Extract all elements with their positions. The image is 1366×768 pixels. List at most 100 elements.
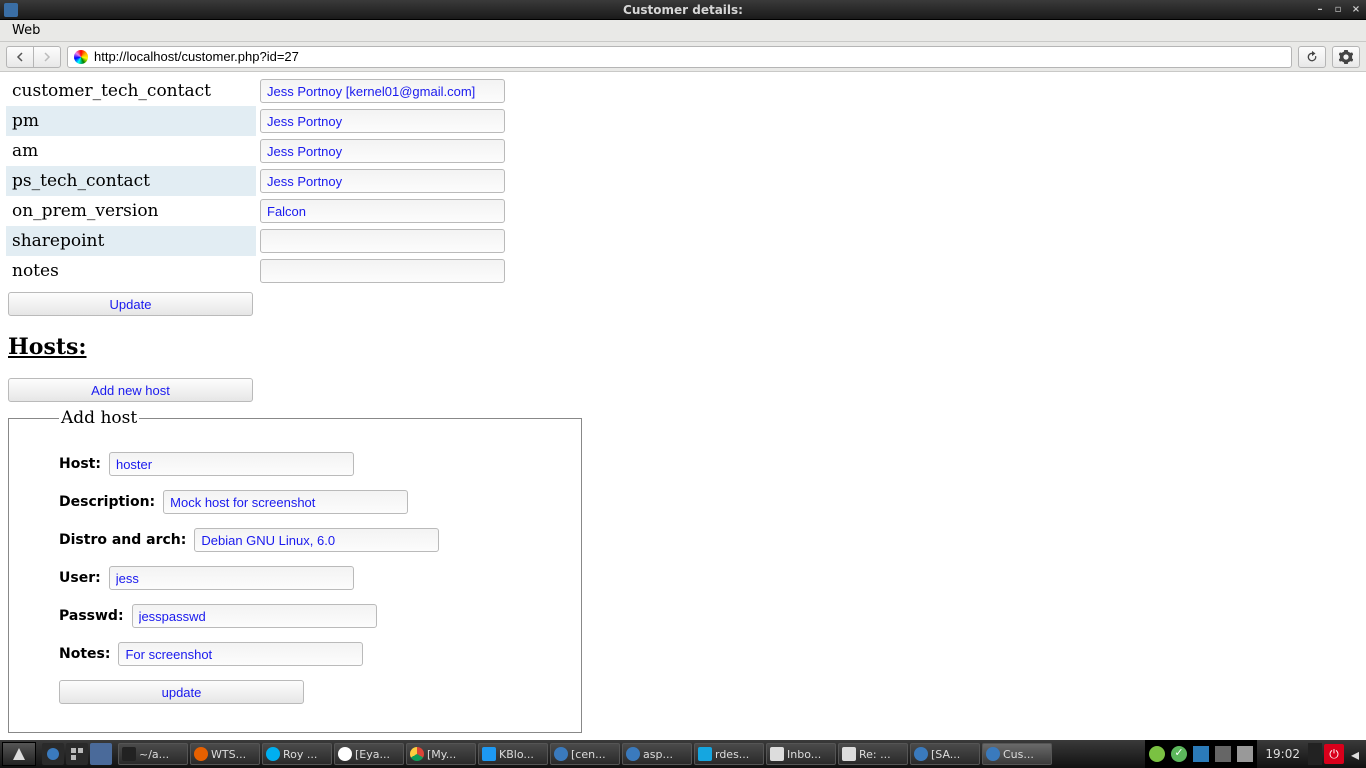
settings-button[interactable] — [1332, 46, 1360, 68]
forward-button[interactable] — [33, 46, 61, 68]
task-item[interactable]: KBlo... — [478, 743, 548, 765]
description-label: Description: — [59, 494, 155, 510]
customer-form-table: customer_tech_contactpmamps_tech_contact… — [6, 76, 509, 286]
task-item[interactable]: [SA... — [910, 743, 980, 765]
hosts-heading: Hosts: — [8, 334, 1366, 360]
back-button[interactable] — [6, 46, 34, 68]
field-value-cell — [256, 226, 509, 256]
task-item[interactable]: ~/a... — [118, 743, 188, 765]
pm-input[interactable] — [260, 109, 505, 133]
form-row: customer_tech_contact — [6, 76, 509, 106]
passwd-input[interactable] — [132, 604, 377, 628]
passwd-label: Passwd: — [59, 608, 124, 624]
add-new-host-button[interactable]: Add new host — [8, 378, 253, 402]
host-input[interactable] — [109, 452, 354, 476]
distro-label: Distro and arch: — [59, 532, 186, 548]
field-label: notes — [6, 256, 256, 286]
description-input[interactable] — [163, 490, 408, 514]
sharepoint-input[interactable] — [260, 229, 505, 253]
close-icon[interactable]: × — [1350, 4, 1362, 16]
field-label: customer_tech_contact — [6, 76, 256, 106]
form-row: notes — [6, 256, 509, 286]
globe-icon — [626, 747, 640, 761]
chrome-icon — [410, 747, 424, 761]
task-label: [cen... — [571, 748, 606, 761]
browser-menubar: Web — [0, 20, 1366, 42]
notes-input[interactable] — [118, 642, 363, 666]
am-input[interactable] — [260, 139, 505, 163]
task-label: Re: ... — [859, 748, 891, 761]
notes-input[interactable] — [260, 259, 505, 283]
task-label: Inbo... — [787, 748, 821, 761]
task-label: Roy ... — [283, 748, 317, 761]
task-item[interactable]: Cus... — [982, 743, 1052, 765]
url-input[interactable] — [94, 49, 1285, 64]
field-value-cell — [256, 136, 509, 166]
taskbar-collapse-icon[interactable]: ◂ — [1346, 745, 1364, 764]
distro-input[interactable] — [194, 528, 439, 552]
host-update-button[interactable]: update — [59, 680, 304, 704]
quick-desktop-icon[interactable] — [42, 743, 64, 765]
system-tray — [1145, 740, 1257, 768]
task-list: ~/a... WTS... Roy ... [Eya... [My... KBlo... [… — [118, 743, 1143, 765]
tray-volume-icon[interactable] — [1215, 746, 1231, 762]
customer_tech_contact-input[interactable] — [260, 79, 505, 103]
globe-icon — [914, 747, 928, 761]
field-label: am — [6, 136, 256, 166]
start-button[interactable] — [2, 742, 36, 766]
globe-icon — [554, 747, 568, 761]
page-content: customer_tech_contactpmamps_tech_contact… — [0, 72, 1366, 740]
task-item[interactable]: Roy ... — [262, 743, 332, 765]
tray-network-icon[interactable] — [1149, 746, 1165, 762]
task-label: asp... — [643, 748, 673, 761]
skype-icon — [266, 747, 280, 761]
add-host-fieldset: Add host Host: Description: Distro and a… — [8, 408, 582, 733]
favicon-icon — [74, 50, 88, 64]
task-item[interactable]: rdes... — [694, 743, 764, 765]
terminal-icon — [122, 747, 136, 761]
quick-windows-icon[interactable] — [66, 743, 88, 765]
tray-update-icon[interactable] — [1171, 746, 1187, 762]
menu-web[interactable]: Web — [6, 21, 46, 40]
app-icon — [4, 3, 18, 17]
maximize-icon[interactable]: ▫ — [1332, 4, 1344, 16]
address-bar[interactable] — [67, 46, 1292, 68]
logout-button[interactable]: ⏻ — [1324, 744, 1344, 764]
host-label: Host: — [59, 456, 101, 472]
quick-active-icon[interactable] — [90, 743, 112, 765]
ps_tech_contact-input[interactable] — [260, 169, 505, 193]
task-label: ~/a... — [139, 748, 169, 761]
task-item[interactable]: [My... — [406, 743, 476, 765]
task-item[interactable]: Re: ... — [838, 743, 908, 765]
task-label: [SA... — [931, 748, 960, 761]
task-item[interactable]: Inbo... — [766, 743, 836, 765]
minimize-icon[interactable]: – — [1314, 4, 1326, 16]
user-label: User: — [59, 570, 101, 586]
tray-misc-icon[interactable] — [1237, 746, 1253, 762]
mail-icon — [842, 747, 856, 761]
task-label: [Eya... — [355, 748, 390, 761]
field-value-cell — [256, 256, 509, 286]
form-row: pm — [6, 106, 509, 136]
form-row: am — [6, 136, 509, 166]
task-item[interactable]: [cen... — [550, 743, 620, 765]
task-item[interactable]: [Eya... — [334, 743, 404, 765]
task-label: KBlo... — [499, 748, 534, 761]
field-label: ps_tech_contact — [6, 166, 256, 196]
field-value-cell — [256, 106, 509, 136]
on_prem_version-input[interactable] — [260, 199, 505, 223]
taskbar: ~/a... WTS... Roy ... [Eya... [My... KBlo... [… — [0, 740, 1366, 768]
mail-icon — [770, 747, 784, 761]
form-row: on_prem_version — [6, 196, 509, 226]
user-input[interactable] — [109, 566, 354, 590]
field-label: on_prem_version — [6, 196, 256, 226]
task-label: [My... — [427, 748, 456, 761]
taskbar-clock[interactable]: 19:02 — [1259, 747, 1306, 761]
tray-dropbox-icon[interactable] — [1193, 746, 1209, 762]
task-item[interactable]: asp... — [622, 743, 692, 765]
task-item[interactable]: WTS... — [190, 743, 260, 765]
update-button[interactable]: Update — [8, 292, 253, 316]
tray-separator-icon — [1308, 743, 1322, 765]
reload-button[interactable] — [1298, 46, 1326, 68]
form-row: ps_tech_contact — [6, 166, 509, 196]
